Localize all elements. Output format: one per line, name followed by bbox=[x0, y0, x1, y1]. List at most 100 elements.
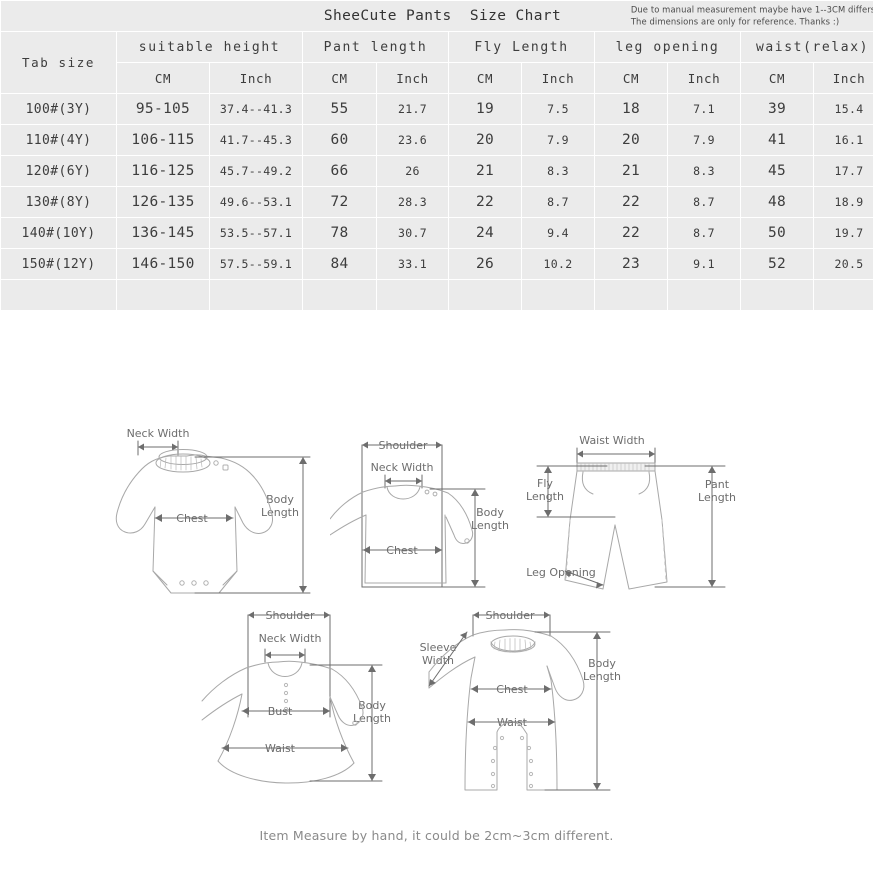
cell: 57.5--59.1 bbox=[210, 249, 302, 279]
cell: 72 bbox=[303, 187, 376, 217]
blank-cell bbox=[210, 280, 302, 310]
cell: 7.5 bbox=[522, 94, 594, 124]
cell: 20 bbox=[595, 125, 667, 155]
cell: 16.1 bbox=[814, 125, 873, 155]
cell: 15.4 bbox=[814, 94, 873, 124]
label-body-length-1: Body bbox=[588, 657, 616, 670]
cell: 60 bbox=[303, 125, 376, 155]
label-body-length-2: Length bbox=[261, 506, 299, 519]
cell: 52 bbox=[741, 249, 813, 279]
title-bar-cell: SheeCute Pants Size Chart Due to manual … bbox=[1, 1, 873, 31]
label-body-length-2: Length bbox=[471, 519, 509, 532]
label-body-length-1: Body bbox=[476, 506, 504, 519]
cell: 8.7 bbox=[522, 187, 594, 217]
cell: 37.4--41.3 bbox=[210, 94, 302, 124]
footer-note: Item Measure by hand, it could be 2cm~3c… bbox=[259, 828, 614, 843]
cell: 45 bbox=[741, 156, 813, 186]
table-group-header-row: Tab size suitable height Pant length Fly… bbox=[1, 32, 873, 93]
unit-header-pant-length-cm: CM bbox=[303, 63, 376, 93]
cell: 7.9 bbox=[668, 125, 740, 155]
cell: 9.4 bbox=[522, 218, 594, 248]
cell: 95-105 bbox=[117, 94, 209, 124]
label-sleeve-width-1: Sleeve bbox=[420, 641, 457, 654]
table-row: 100#(3Y) 95-105 37.4--41.3 55 21.7 19 7.… bbox=[1, 94, 873, 124]
unit-header-suitable-height-cm: CM bbox=[117, 63, 209, 93]
cell: 49.6--53.1 bbox=[210, 187, 302, 217]
cell: 23 bbox=[595, 249, 667, 279]
column-group-pant-length: Pant length bbox=[303, 32, 448, 62]
unit-header-fly-length-inch: Inch bbox=[522, 63, 594, 93]
table-row: 130#(8Y) 126-135 49.6--53.1 72 28.3 22 8… bbox=[1, 187, 873, 217]
measurement-diagrams: Neck Width Chest Body Length Shoulder Ne… bbox=[0, 400, 873, 820]
row-size-label: 100#(3Y) bbox=[1, 94, 116, 124]
label-pant-length-1: Pant bbox=[705, 478, 730, 491]
cell: 21 bbox=[449, 156, 521, 186]
cell: 106-115 bbox=[117, 125, 209, 155]
unit-header-waist-relax-cm: CM bbox=[741, 63, 813, 93]
diagram-bodysuit: Neck Width Chest Body Length bbox=[95, 425, 325, 600]
cell: 20 bbox=[449, 125, 521, 155]
column-group-suitable-height: suitable height bbox=[117, 32, 302, 62]
measurement-disclaimer: Due to manual measurement maybe have 1--… bbox=[630, 4, 873, 27]
label-body-length-2: Length bbox=[583, 670, 621, 683]
diagram-pants: Waist Width Fly Length Pant Length Leg O… bbox=[515, 430, 750, 605]
cell: 66 bbox=[303, 156, 376, 186]
cell: 7.9 bbox=[522, 125, 594, 155]
cell: 18.9 bbox=[814, 187, 873, 217]
cell: 7.1 bbox=[668, 94, 740, 124]
cell: 8.7 bbox=[668, 187, 740, 217]
cell: 55 bbox=[303, 94, 376, 124]
cell: 84 bbox=[303, 249, 376, 279]
cell: 28.3 bbox=[377, 187, 448, 217]
cell: 8.3 bbox=[668, 156, 740, 186]
cell: 21.7 bbox=[377, 94, 448, 124]
size-chart-table-container: SheeCute Pants Size Chart Due to manual … bbox=[0, 0, 873, 311]
blank-cell bbox=[303, 280, 376, 310]
unit-header-fly-length-cm: CM bbox=[449, 63, 521, 93]
blank-cell bbox=[117, 280, 209, 310]
cell: 21 bbox=[595, 156, 667, 186]
cell: 8.7 bbox=[668, 218, 740, 248]
cell: 26 bbox=[377, 156, 448, 186]
table-row: 110#(4Y) 106-115 41.7--45.3 60 23.6 20 7… bbox=[1, 125, 873, 155]
unit-header-waist-relax-inch: Inch bbox=[814, 63, 873, 93]
cell: 17.7 bbox=[814, 156, 873, 186]
label-body-length-1: Body bbox=[266, 493, 294, 506]
table-unit-header-row: CM Inch CM Inch CM Inch CM Inch CM Inch bbox=[1, 63, 873, 93]
row-size-label: 120#(6Y) bbox=[1, 156, 116, 186]
diagram-romper: Shoulder Sleeve Width Chest Waist Body L… bbox=[405, 600, 635, 815]
row-size-label: 150#(12Y) bbox=[1, 249, 116, 279]
column-group-leg-opening: leg opening bbox=[595, 32, 740, 62]
label-neck-width: Neck Width bbox=[127, 427, 190, 440]
diagram-dress: Shoulder Neck Width Bust Waist Body Leng… bbox=[200, 605, 405, 805]
cell: 50 bbox=[741, 218, 813, 248]
cell: 20.5 bbox=[814, 249, 873, 279]
cell: 48 bbox=[741, 187, 813, 217]
cell: 41.7--45.3 bbox=[210, 125, 302, 155]
unit-header-leg-opening-cm: CM bbox=[595, 63, 667, 93]
table-blank-row bbox=[1, 280, 873, 310]
cell: 116-125 bbox=[117, 156, 209, 186]
column-header-tab-size: Tab size bbox=[1, 32, 116, 93]
unit-header-pant-length-inch: Inch bbox=[377, 63, 448, 93]
cell: 8.3 bbox=[522, 156, 594, 186]
label-fly-length-2: Length bbox=[526, 490, 564, 503]
cell: 39 bbox=[741, 94, 813, 124]
table-row: 140#(10Y) 136-145 53.5--57.1 78 30.7 24 … bbox=[1, 218, 873, 248]
column-group-fly-length: Fly Length bbox=[449, 32, 594, 62]
cell: 19 bbox=[449, 94, 521, 124]
unit-header-leg-opening-inch: Inch bbox=[668, 63, 740, 93]
table-row: 120#(6Y) 116-125 45.7--49.2 66 26 21 8.3… bbox=[1, 156, 873, 186]
table-row: 150#(12Y) 146-150 57.5--59.1 84 33.1 26 … bbox=[1, 249, 873, 279]
cell: 45.7--49.2 bbox=[210, 156, 302, 186]
cell: 22 bbox=[595, 187, 667, 217]
cell: 33.1 bbox=[377, 249, 448, 279]
blank-cell bbox=[814, 280, 873, 310]
table-title-row: SheeCute Pants Size Chart Due to manual … bbox=[1, 1, 873, 31]
blank-cell bbox=[595, 280, 667, 310]
blank-cell bbox=[1, 280, 116, 310]
blank-cell bbox=[741, 280, 813, 310]
cell: 9.1 bbox=[668, 249, 740, 279]
blank-cell bbox=[377, 280, 448, 310]
column-group-waist-relax: waist(relax) bbox=[741, 32, 873, 62]
